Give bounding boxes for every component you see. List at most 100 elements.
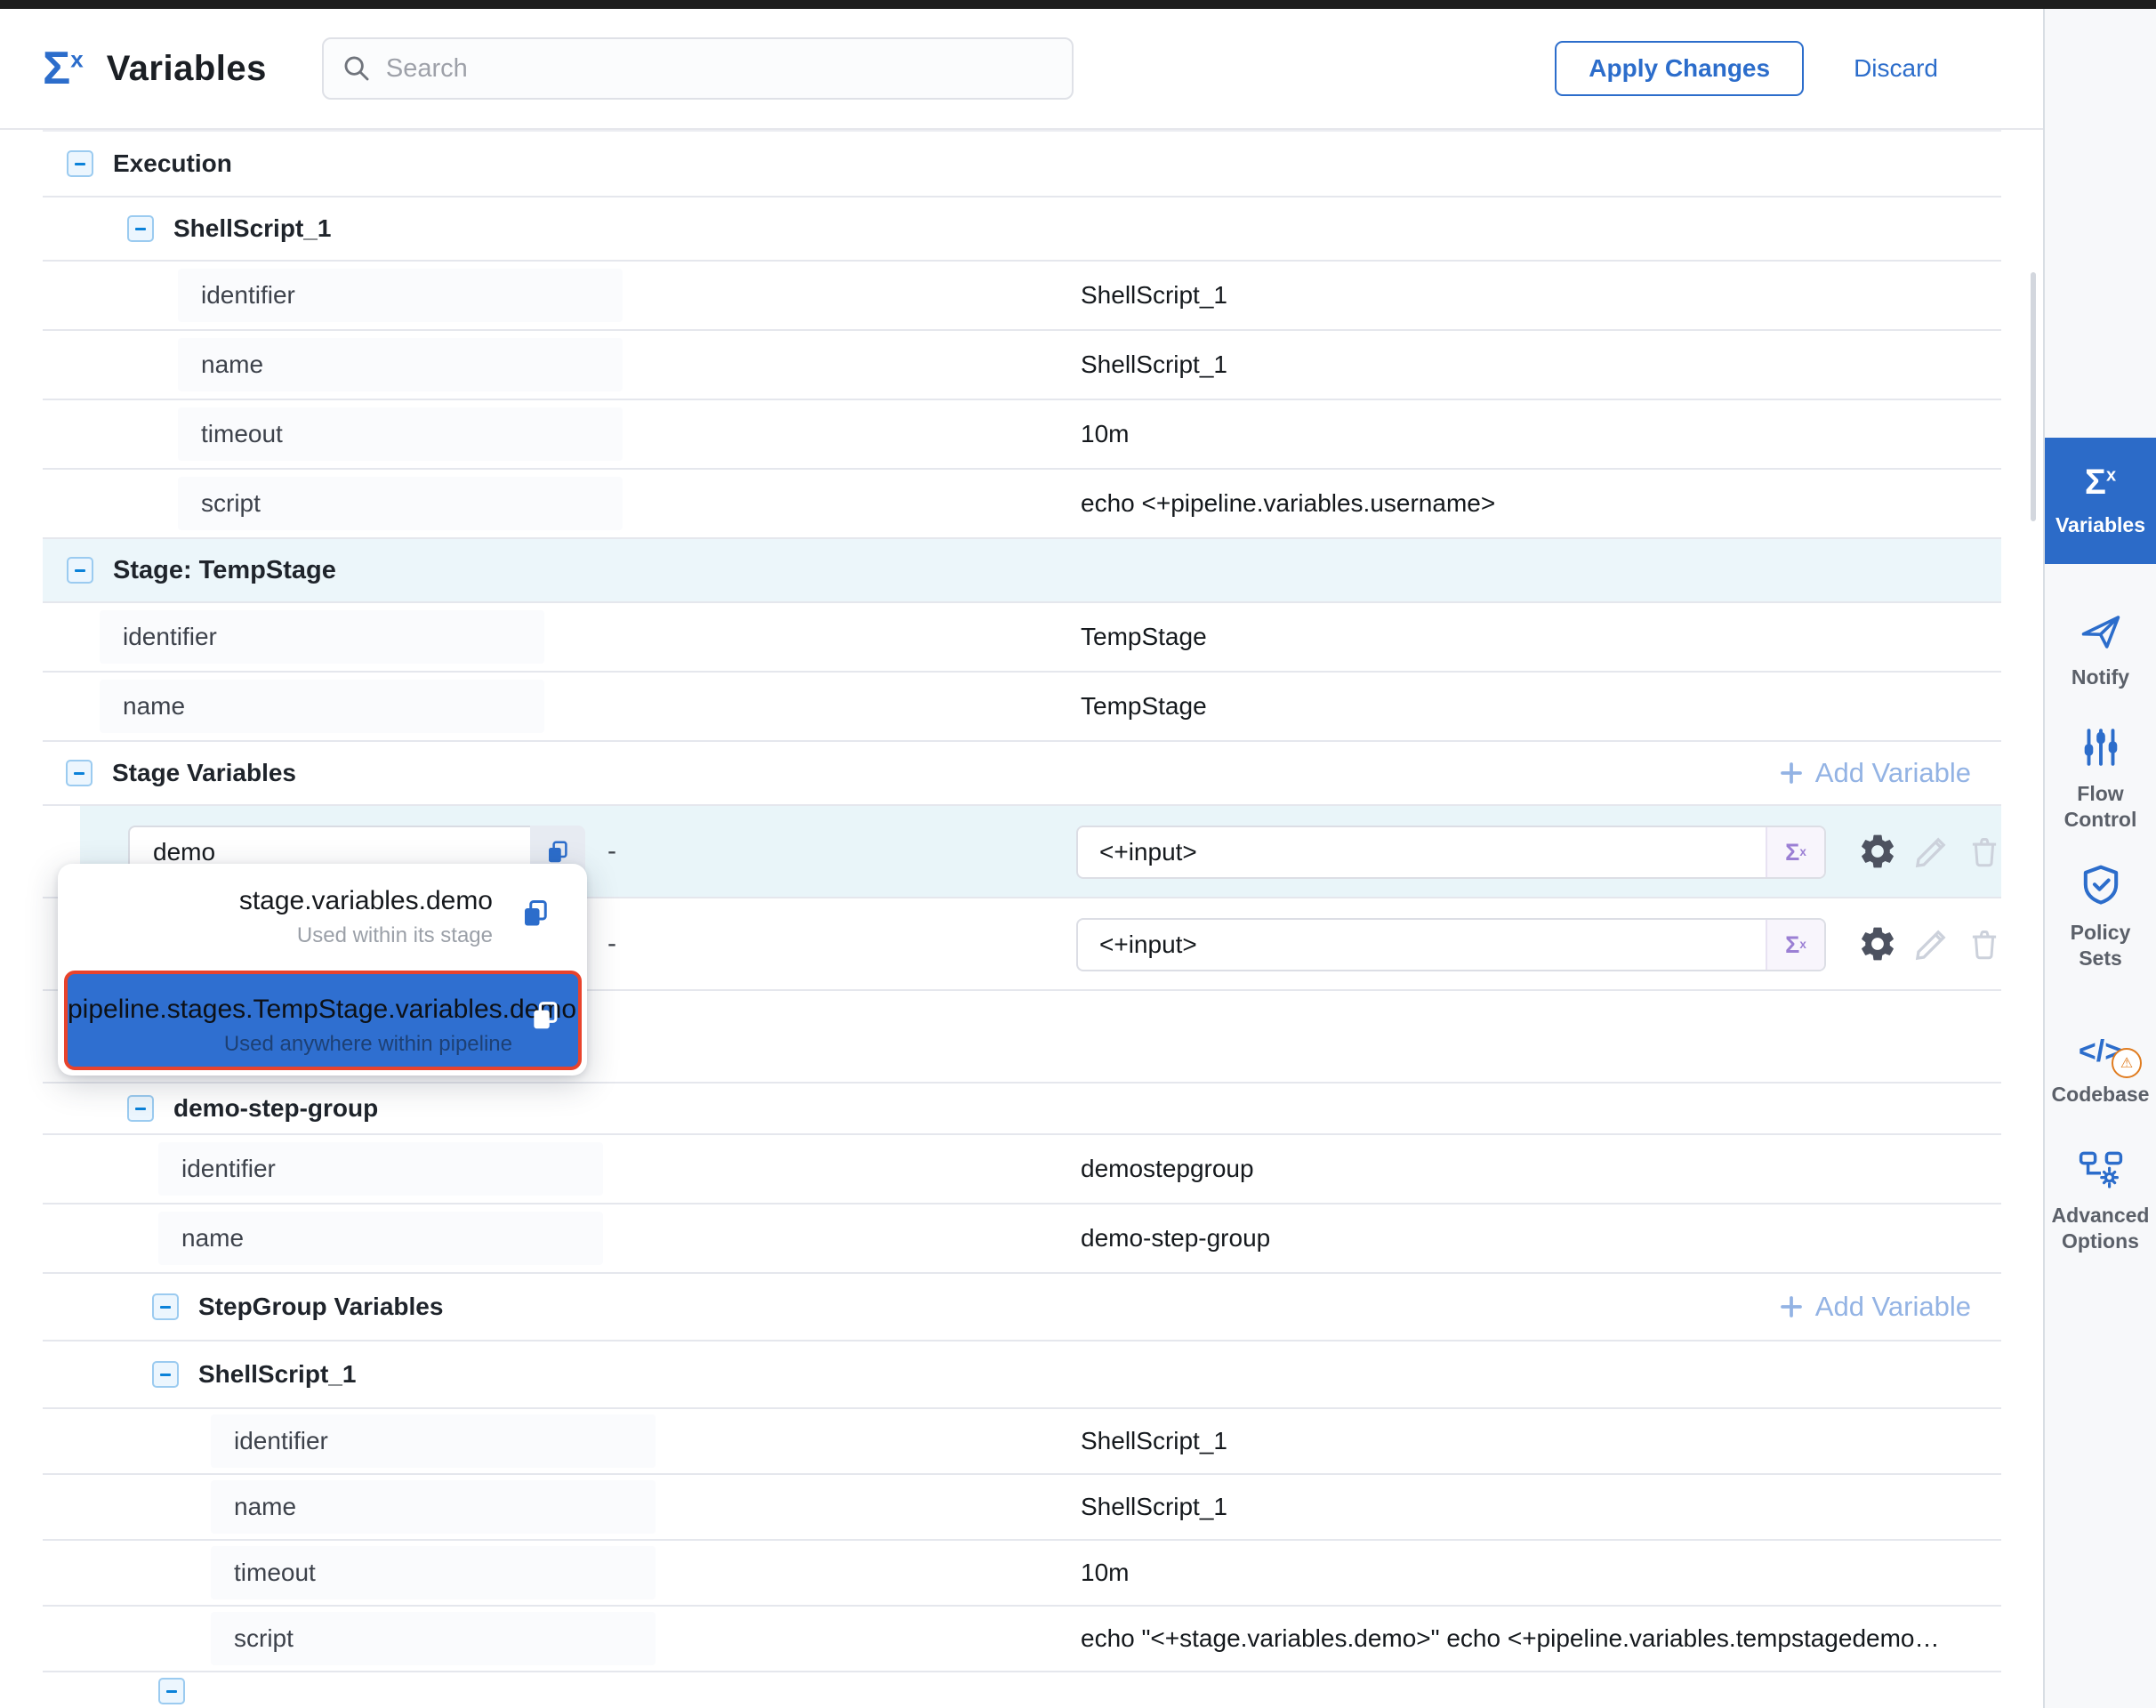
collapse-icon[interactable] [67, 150, 93, 177]
rail-item-label: Policy Sets [2052, 920, 2150, 971]
rail-item-label: Notify [2052, 665, 2150, 690]
field-label-box: name [158, 1212, 603, 1265]
rail-item-variables[interactable]: Σx Variables [2045, 438, 2156, 564]
rail-item-notify[interactable]: Notify [2045, 600, 2156, 699]
variable-reference-popup: stage.variables.demo Used within its sta… [58, 864, 587, 1076]
tree-row-execution: Execution [43, 132, 2001, 197]
field-row-ss2-identifier: identifier ShellScript_1 [43, 1409, 2001, 1475]
collapse-icon[interactable] [158, 1678, 185, 1704]
field-label-box: script [178, 477, 623, 530]
rail-item-label: Variables [2052, 512, 2150, 538]
field-label: script [201, 489, 261, 518]
field-label: identifier [234, 1427, 328, 1455]
tree-row-demo-step-group: demo-step-group [43, 1084, 2001, 1135]
rail-item-advanced-options[interactable]: Advanced Options [2045, 1146, 2156, 1256]
search-icon [342, 53, 372, 84]
rail-item-flow-control[interactable]: Flow Control [2045, 726, 2156, 833]
field-label-box: identifier [178, 269, 623, 322]
plus-icon [1778, 1293, 1805, 1320]
tree-row-stage-tempstage: Stage: TempStage [43, 539, 2001, 603]
field-label: timeout [201, 420, 283, 448]
window-top-bar [0, 0, 2156, 9]
field-row-script: script echo <+pipeline.variables.usernam… [43, 470, 2001, 539]
settings-gear-icon[interactable] [1857, 923, 1898, 964]
sigma-x-icon: Σx [2085, 464, 2116, 500]
delete-trash-icon[interactable] [1966, 925, 2003, 963]
expression-toggle-icon[interactable]: Σx [1766, 920, 1824, 970]
variable-value-input[interactable]: <+input> Σx [1076, 918, 1826, 971]
search-box[interactable] [322, 37, 1074, 100]
field-label-box: timeout [178, 407, 623, 461]
field-value: demostepgroup [1081, 1155, 1254, 1183]
discard-button[interactable]: Discard [1854, 54, 1938, 83]
field-value: 10m [1081, 420, 1129, 448]
edit-pencil-icon[interactable] [1912, 924, 1951, 963]
settings-gear-icon[interactable] [1857, 831, 1898, 872]
field-label: name [181, 1224, 244, 1253]
apply-changes-button[interactable]: Apply Changes [1555, 41, 1804, 96]
rail-item-label: Advanced Options [2052, 1203, 2150, 1254]
field-label: identifier [123, 623, 217, 651]
sigma-x-logo-icon: Σx [43, 45, 84, 92]
field-row-ss2-name: name ShellScript_1 [43, 1475, 2001, 1541]
field-row-stage-name: name TempStage [43, 673, 2001, 742]
plus-icon [1778, 760, 1805, 786]
variables-tree: Execution ShellScript_1 identifier Shell… [0, 130, 2043, 1708]
field-row-ss2-script: script echo "<+stage.variables.demo>" ec… [43, 1607, 2001, 1672]
copy-icon[interactable] [519, 898, 551, 934]
field-value: TempStage [1081, 692, 1207, 721]
add-variable-label: Add Variable [1815, 1291, 1971, 1323]
field-value: ShellScript_1 [1081, 1427, 1227, 1455]
field-label-box: identifier [158, 1142, 603, 1196]
edit-pencil-icon[interactable] [1912, 832, 1951, 871]
collapse-icon[interactable] [127, 1095, 154, 1122]
scrollbar-thumb[interactable] [2031, 272, 2036, 521]
rail-item-label: Codebase [2052, 1082, 2150, 1108]
page-title: Variables [107, 49, 267, 89]
rail-item-label: Flow Control [2052, 781, 2150, 833]
pipeline-right-rail: Σx Variables Notify Flow Control Policy … [2043, 9, 2156, 1708]
section-label: StepGroup Variables [198, 1293, 443, 1321]
add-variable-button[interactable]: Add Variable [1778, 1291, 1971, 1323]
field-row-timeout: timeout 10m [43, 400, 2001, 470]
field-label-box: identifier [211, 1414, 656, 1468]
field-value: echo "<+stage.variables.demo>" echo <+pi… [1081, 1624, 1939, 1653]
expression-toggle-icon[interactable]: Σx [1766, 827, 1824, 877]
warning-badge-icon: ⚠ [2112, 1048, 2142, 1078]
variable-value-input[interactable]: <+input> Σx [1076, 826, 1826, 879]
variable-value-text[interactable]: <+input> [1078, 920, 1766, 970]
copy-icon[interactable] [528, 999, 562, 1037]
field-row-name: name ShellScript_1 [43, 331, 2001, 400]
rail-item-codebase[interactable]: </>⚠ Codebase [2045, 1023, 2156, 1119]
field-value: ShellScript_1 [1081, 350, 1227, 379]
section-label: demo-step-group [173, 1094, 378, 1123]
reference-path: pipeline.stages.TempStage.variables.demo [68, 990, 512, 1029]
field-label: name [123, 692, 185, 721]
section-label: Stage Variables [112, 759, 296, 787]
panel-header: Σx Variables Apply Changes Discard [0, 9, 2043, 130]
field-label-box: name [100, 680, 544, 733]
field-row-sg-identifier: identifier demostepgroup [43, 1135, 2001, 1204]
delete-trash-icon[interactable] [1966, 833, 2003, 870]
code-icon: </>⚠ [2079, 1035, 2122, 1069]
field-value: ShellScript_1 [1081, 281, 1227, 310]
variable-default-value: - [607, 836, 616, 866]
collapse-icon[interactable] [67, 557, 93, 584]
collapse-icon[interactable] [152, 1293, 179, 1320]
rail-item-policy-sets[interactable]: Policy Sets [2045, 863, 2156, 971]
apply-changes-label: Apply Changes [1589, 54, 1770, 83]
reference-option-stage-scope[interactable]: stage.variables.demo Used within its sta… [58, 864, 587, 969]
reference-option-pipeline-scope-selected[interactable]: pipeline.stages.TempStage.variables.demo… [64, 971, 582, 1070]
variable-default-value: - [607, 929, 616, 959]
reference-scope-note: Used anywhere within pipeline [68, 1029, 512, 1059]
collapse-icon[interactable] [127, 215, 154, 242]
tree-row-partial [43, 1672, 2001, 1708]
section-label: Execution [113, 149, 232, 178]
collapse-icon[interactable] [66, 760, 93, 786]
search-input[interactable] [384, 53, 1054, 85]
field-value: TempStage [1081, 623, 1207, 651]
collapse-icon[interactable] [152, 1361, 179, 1388]
reference-path: stage.variables.demo [58, 882, 493, 921]
add-variable-button[interactable]: Add Variable [1778, 757, 1971, 789]
variable-value-text[interactable]: <+input> [1078, 827, 1766, 877]
